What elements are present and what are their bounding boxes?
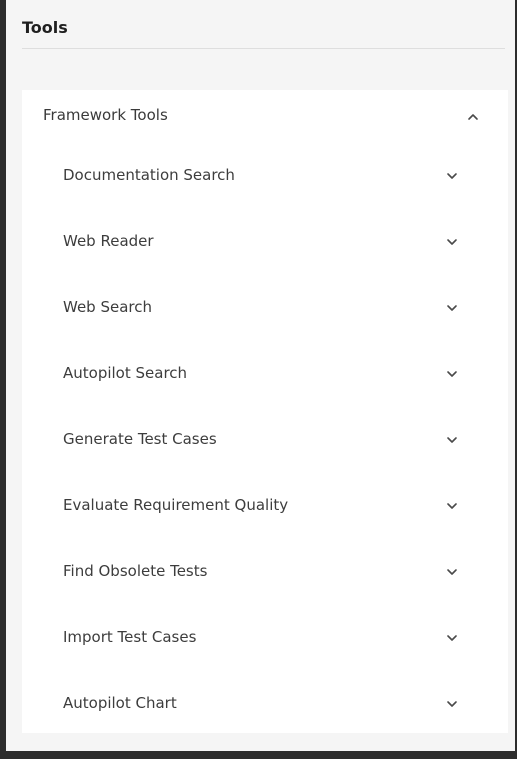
framework-tools-card: Framework Tools Documentation Search Web… — [22, 90, 508, 733]
panel-header: Tools — [22, 0, 505, 49]
framework-tools-list: Documentation Search Web Reader Web Sear… — [22, 142, 508, 736]
panel-title: Tools — [22, 18, 68, 37]
tool-item-find-obsolete-tests[interactable]: Find Obsolete Tests — [22, 538, 508, 604]
tool-item-autopilot-chart[interactable]: Autopilot Chart — [22, 670, 508, 736]
chevron-down-icon — [445, 366, 459, 380]
tool-item-generate-test-cases[interactable]: Generate Test Cases — [22, 406, 508, 472]
tool-item-label: Autopilot Chart — [63, 694, 177, 712]
tool-item-label: Evaluate Requirement Quality — [63, 496, 289, 514]
tool-item-documentation-search[interactable]: Documentation Search — [22, 142, 508, 208]
framework-tools-section-toggle[interactable]: Framework Tools — [22, 90, 508, 142]
chevron-down-icon — [445, 498, 459, 512]
chevron-down-icon — [445, 630, 459, 644]
tool-item-label: Documentation Search — [63, 166, 235, 184]
tool-item-label: Autopilot Search — [63, 364, 188, 382]
tool-item-label: Web Search — [63, 298, 153, 316]
chevron-down-icon — [445, 432, 459, 446]
chevron-down-icon — [445, 564, 459, 578]
chevron-down-icon — [445, 696, 459, 710]
tools-panel: Tools Framework Tools Documentation Sear… — [6, 0, 515, 751]
tool-item-evaluate-requirement-quality[interactable]: Evaluate Requirement Quality — [22, 472, 508, 538]
tool-item-label: Import Test Cases — [63, 628, 197, 646]
tool-item-label: Generate Test Cases — [63, 430, 217, 448]
chevron-up-icon — [466, 109, 480, 123]
tool-item-label: Web Reader — [63, 232, 154, 250]
tool-item-import-test-cases[interactable]: Import Test Cases — [22, 604, 508, 670]
tool-item-web-reader[interactable]: Web Reader — [22, 208, 508, 274]
chevron-down-icon — [445, 300, 459, 314]
tool-item-autopilot-search[interactable]: Autopilot Search — [22, 340, 508, 406]
tool-item-web-search[interactable]: Web Search — [22, 274, 508, 340]
chevron-down-icon — [445, 234, 459, 248]
tool-item-label: Find Obsolete Tests — [63, 562, 208, 580]
chevron-down-icon — [445, 168, 459, 182]
section-label: Framework Tools — [43, 106, 168, 124]
